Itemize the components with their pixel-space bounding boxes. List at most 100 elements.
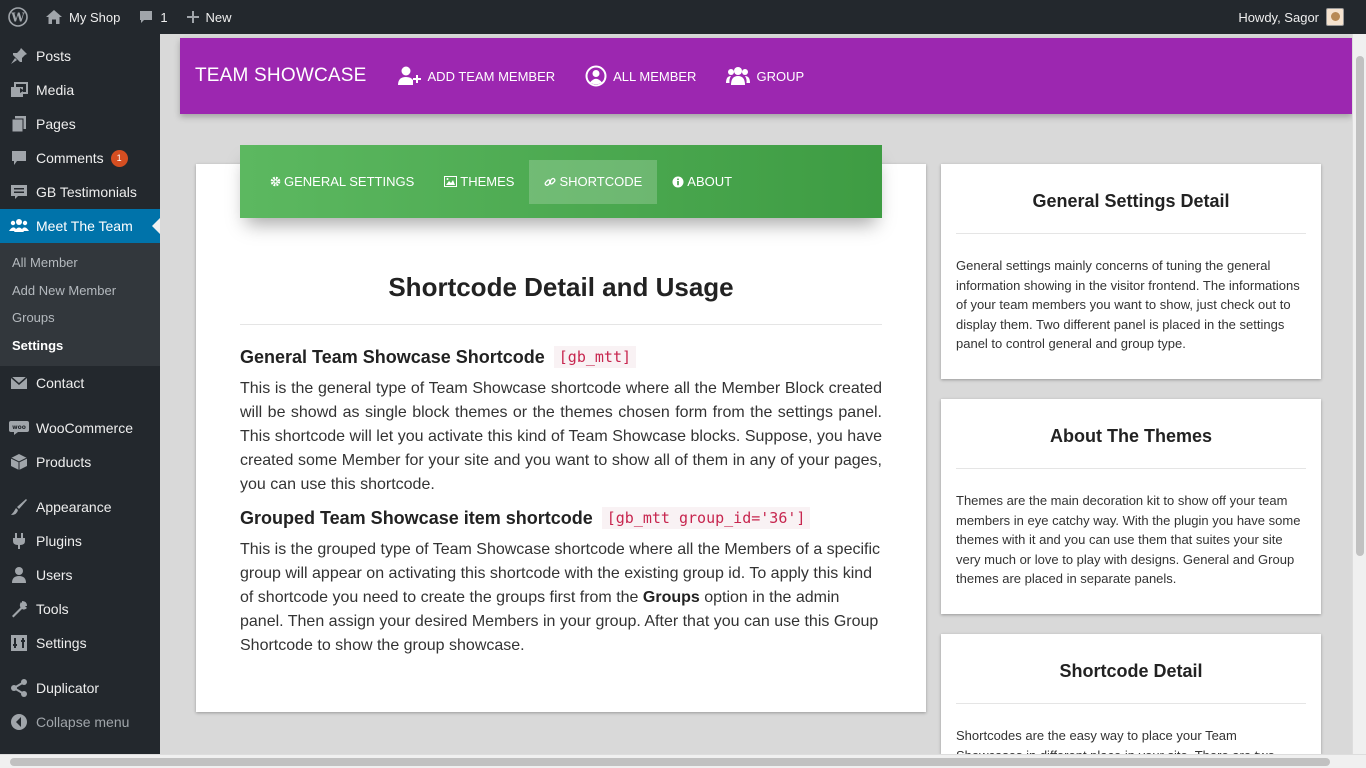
sidebar-item-tools[interactable]: Tools <box>0 592 160 626</box>
tab-label: GENERAL SETTINGS <box>284 174 415 189</box>
woo-icon: woo <box>9 418 29 438</box>
user-icon <box>9 565 29 585</box>
admin-bar: W My Shop 1 New Howdy, Sagor <box>0 0 1366 34</box>
comments-link[interactable]: 1 <box>129 0 176 34</box>
nav-all-member[interactable]: ALL MEMBER <box>585 65 696 87</box>
new-label: New <box>205 9 232 25</box>
sidebar-item-posts[interactable]: Posts <box>0 39 160 73</box>
sidebar-item-gb-testimonials[interactable]: GB Testimonials <box>0 175 160 209</box>
sidebar-item-duplicator[interactable]: Duplicator <box>0 671 160 705</box>
sidebar-item-label: Comments <box>36 150 104 166</box>
sidebar-item-label: Plugins <box>36 533 82 549</box>
card-title: Shortcode Detail <box>956 634 1306 704</box>
pin-icon <box>9 46 29 66</box>
submenu-groups[interactable]: Groups <box>0 304 160 332</box>
plug-icon <box>9 531 29 551</box>
tab-shortcode[interactable]: SHORTCODE <box>529 159 658 204</box>
share-icon <box>9 678 29 698</box>
tab-label: ABOUT <box>687 174 733 189</box>
nav-group[interactable]: GROUP <box>726 66 804 86</box>
media-icon <box>9 80 29 100</box>
scrollbar-thumb[interactable] <box>1356 56 1364 556</box>
card-general-settings-detail: General Settings Detail General settings… <box>941 164 1321 379</box>
info-icon <box>672 176 687 188</box>
sidebar-item-plugins[interactable]: Plugins <box>0 524 160 558</box>
sidebar-item-label: WooCommerce <box>36 420 133 436</box>
sidebar-item-comments[interactable]: Comments 1 <box>0 141 160 175</box>
settings-tabs: GENERAL SETTINGS THEMES SHORTCODE ABOUT <box>240 145 882 218</box>
sidebar-item-label: Settings <box>36 635 87 651</box>
comments-count: 1 <box>160 9 168 25</box>
submenu-settings[interactable]: Settings <box>0 332 160 360</box>
shortcode-general[interactable]: [gb_mtt] <box>553 346 637 368</box>
tab-about[interactable]: ABOUT <box>657 160 747 204</box>
brand-title[interactable]: TEAM SHOWCASE <box>195 65 367 87</box>
sidebar-item-label: Tools <box>36 601 69 617</box>
sidebar-item-users[interactable]: Users <box>0 558 160 592</box>
wordpress-logo-icon[interactable]: W <box>0 0 36 34</box>
section-general-text: This is the general type of Team Showcas… <box>240 380 882 493</box>
vertical-scrollbar[interactable] <box>1352 34 1366 754</box>
page-title: Shortcode Detail and Usage <box>388 272 734 302</box>
add-user-icon <box>397 66 428 86</box>
home-icon <box>45 9 63 25</box>
sidebar-item-products[interactable]: Products <box>0 445 160 479</box>
tab-themes[interactable]: THEMES <box>429 160 529 204</box>
sidebar-item-woocommerce[interactable]: woo WooCommerce <box>0 411 160 445</box>
wrench-icon <box>9 599 29 619</box>
sidebar-item-label: Posts <box>36 48 72 64</box>
tab-label: SHORTCODE <box>559 174 643 189</box>
section-grouped-heading: Grouped Team Showcase item shortcode [gb… <box>240 507 882 529</box>
sidebar-item-label: GB Testimonials <box>36 184 137 200</box>
shortcode-content: Shortcode Detail and Usage General Team … <box>240 265 882 668</box>
card-shortcode-detail: Shortcode Detail Shortcodes are the easy… <box>941 634 1321 754</box>
card-title: General Settings Detail <box>956 164 1306 234</box>
scrollbar-thumb[interactable] <box>10 758 1330 766</box>
section-general-heading: General Team Showcase Shortcode [gb_mtt] <box>240 346 882 368</box>
team-submenu: All Member Add New Member Groups Setting… <box>0 243 160 366</box>
sidebar-item-pages[interactable]: Pages <box>0 107 160 141</box>
comment-icon <box>138 9 154 25</box>
sidebar-item-settings[interactable]: Settings <box>0 626 160 660</box>
sidebar-item-contact[interactable]: Contact <box>0 366 160 400</box>
site-name-label: My Shop <box>69 9 121 25</box>
comments-badge: 1 <box>110 149 128 167</box>
card-text: General settings mainly concerns of tuni… <box>956 258 1300 351</box>
comment-icon <box>9 148 29 168</box>
svg-text:W: W <box>10 11 25 25</box>
shortcode-grouped[interactable]: [gb_mtt group_id='36'] <box>601 507 811 529</box>
nav-label: GROUP <box>756 68 805 84</box>
image-icon <box>444 176 460 187</box>
admin-sidebar: Posts Media Pages Comments 1 GB Testimon… <box>0 34 160 768</box>
settings-icon <box>9 633 29 653</box>
user-circle-icon <box>585 65 613 87</box>
card-text: Shortcodes are the easy way to place you… <box>956 728 1275 754</box>
plus-icon <box>186 10 200 24</box>
nav-label: ALL MEMBER <box>613 68 697 84</box>
sidebar-item-label: Media <box>36 82 75 98</box>
submenu-add-new-member[interactable]: Add New Member <box>0 277 160 305</box>
testimonial-icon <box>9 182 29 202</box>
collapse-menu-button[interactable]: Collapse menu <box>0 705 160 739</box>
nav-add-team-member[interactable]: ADD TEAM MEMBER <box>397 66 555 86</box>
site-name-link[interactable]: My Shop <box>36 0 129 34</box>
collapse-icon <box>9 712 29 732</box>
pages-icon <box>9 114 29 134</box>
submenu-all-member[interactable]: All Member <box>0 249 160 277</box>
link-icon <box>544 176 559 188</box>
new-content-link[interactable]: New <box>177 0 241 34</box>
sidebar-item-meet-the-team[interactable]: Meet The Team <box>0 209 160 243</box>
avatar <box>1326 8 1344 26</box>
tab-general-settings[interactable]: GENERAL SETTINGS <box>255 160 429 204</box>
sidebar-item-label: Products <box>36 454 92 470</box>
sidebar-item-appearance[interactable]: Appearance <box>0 490 160 524</box>
sidebar-item-media[interactable]: Media <box>0 73 160 107</box>
brush-icon <box>9 497 29 517</box>
my-account-link[interactable]: Howdy, Sagor <box>1229 0 1366 34</box>
horizontal-scrollbar[interactable] <box>0 754 1366 768</box>
sidebar-item-label: Contact <box>36 375 85 391</box>
sidebar-item-label: Appearance <box>36 499 112 515</box>
users-group-icon <box>726 66 756 86</box>
gear-icon <box>270 176 284 187</box>
svg-text:woo: woo <box>12 424 26 431</box>
